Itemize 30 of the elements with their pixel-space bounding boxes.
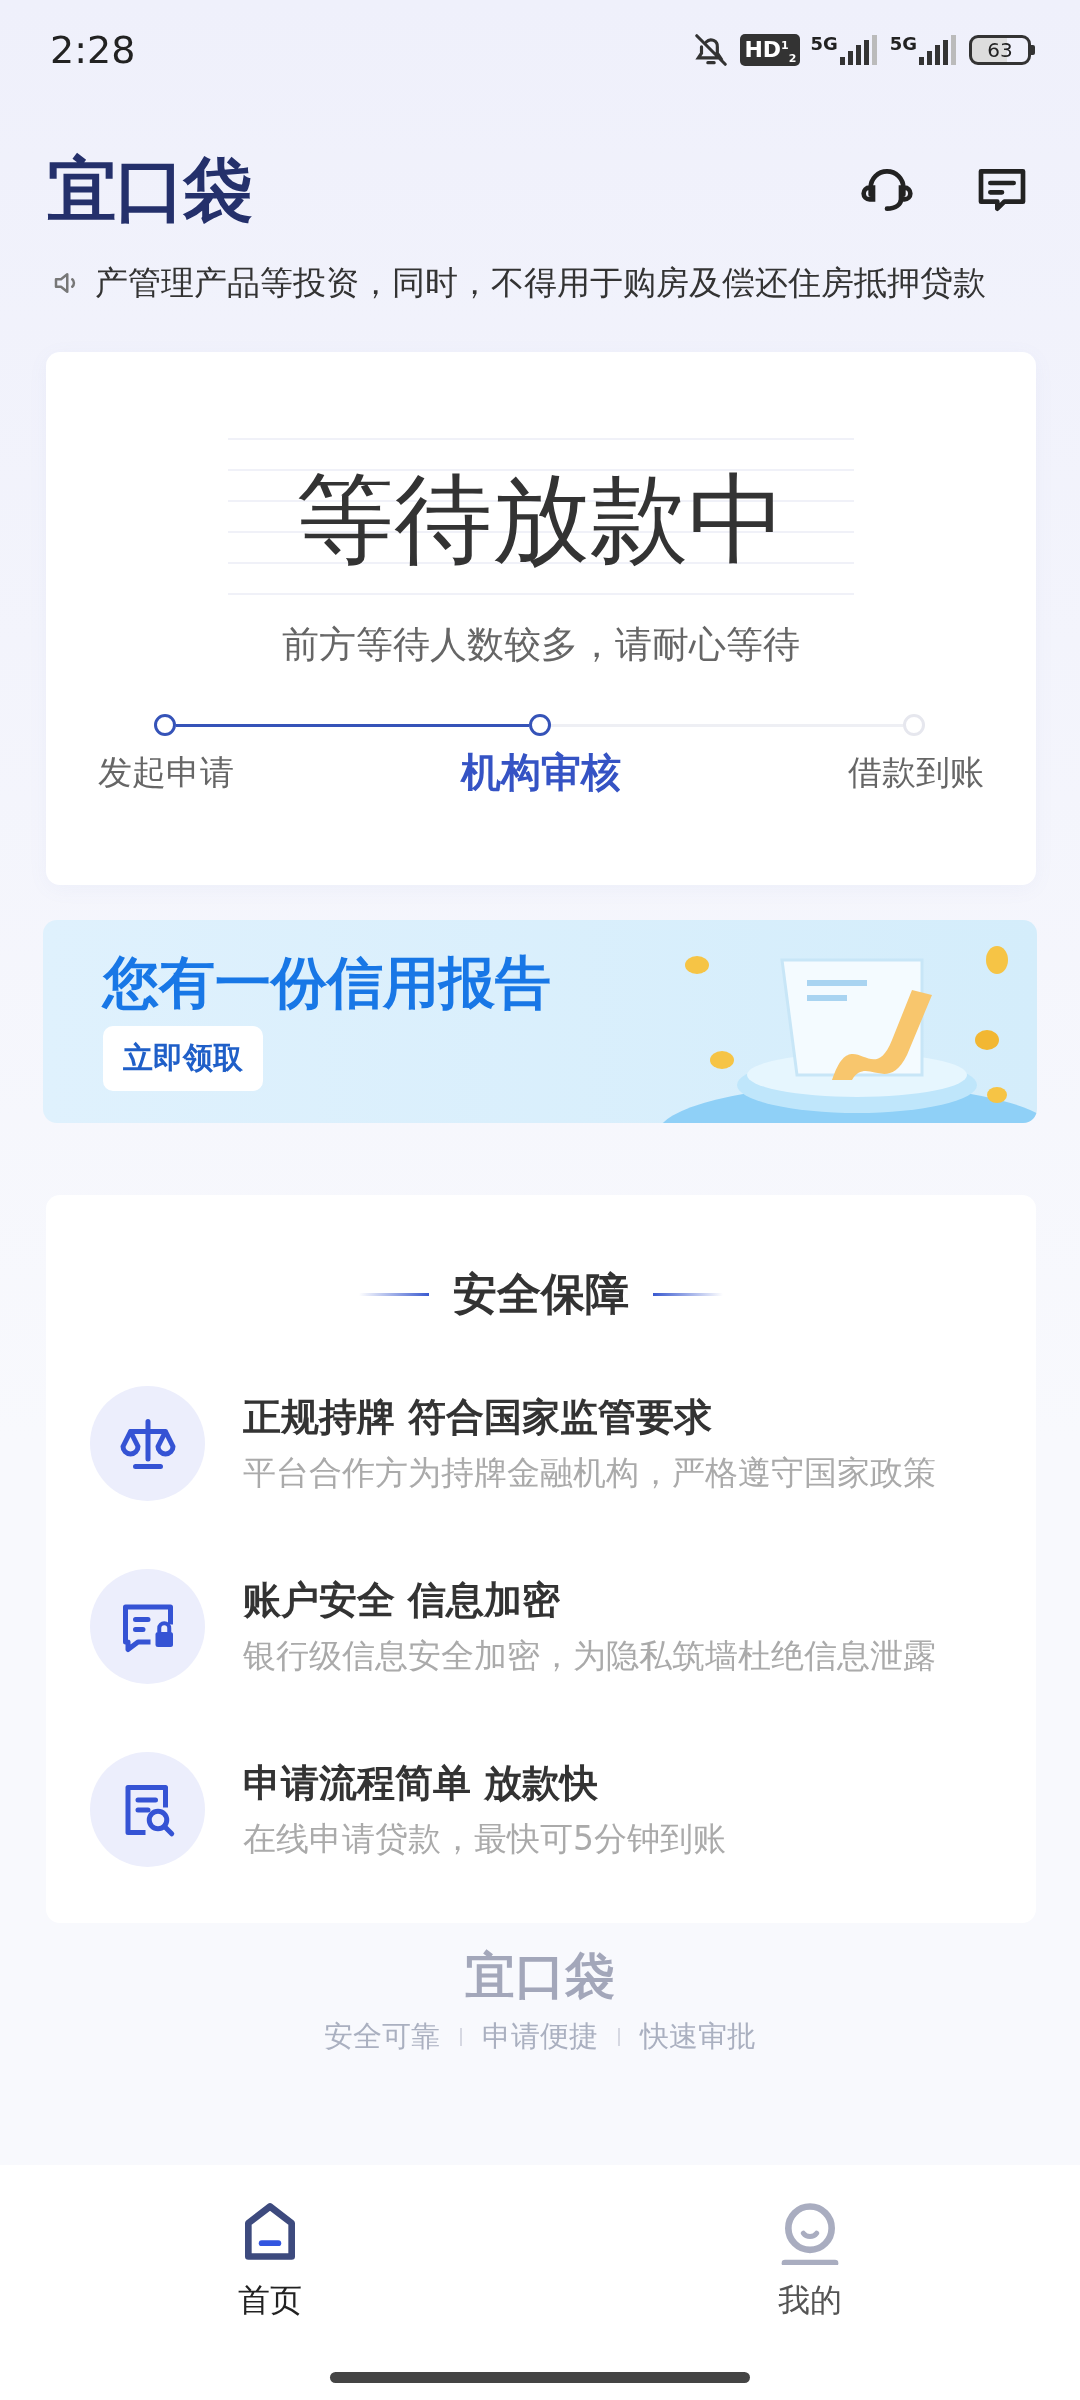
status-subtitle: 前方等待人数较多，请耐心等待 (281, 622, 801, 668)
feature-title: 账户安全 信息加密 (243, 1576, 562, 1624)
step-label: 借款到账 (847, 751, 985, 794)
network-label: 5G (810, 35, 838, 53)
status-title: 等待放款中 (296, 470, 786, 568)
feature-description: 银行级信息安全加密，为隐私筑墙杜绝信息泄露 (243, 1634, 936, 1677)
feature-title: 申请流程简单 放款快 (243, 1759, 600, 1807)
nav-tab[interactable]: 首页 (170, 2203, 370, 2323)
footer-tagline: 快速审批 (640, 2018, 756, 2055)
banner-title: 您有一份信用报告 (103, 952, 551, 1014)
status-time: 2:28 (50, 28, 137, 72)
app-logo: 宜口袋 (47, 155, 253, 225)
feature-description: 在线申请贷款，最快可5分钟到账 (243, 1817, 726, 1860)
credit-report-banner[interactable]: 您有一份信用报告 立即领取 (43, 920, 1037, 1123)
step-label: 发起申请 (97, 751, 235, 794)
person-icon (780, 2203, 840, 2265)
nav-tab[interactable]: 我的 (710, 2203, 910, 2323)
footer-tagline: 安全可靠 (324, 2018, 440, 2055)
step-label: 机构审核 (461, 748, 621, 797)
network-label: 5G (889, 35, 917, 53)
signal-icon (839, 35, 880, 65)
footer-tagline: 申请便捷 (482, 2018, 598, 2055)
battery-level: 63 (969, 35, 1031, 65)
notice-text: 产管理产品等投资，同时，不得用于购房及偿还住房抵押贷款 (95, 261, 986, 304)
footer-logo: 宜口袋 (465, 1951, 615, 2001)
signal-icon (919, 35, 959, 65)
claim-button[interactable]: 立即领取 (103, 1025, 263, 1091)
feature-title: 正规持牌 符合国家监管要求 (243, 1393, 714, 1441)
section-title: 安全保障 (453, 1267, 629, 1321)
feature-description: 平台合作方为持牌金融机构，严格遵守国家政策 (243, 1451, 936, 1494)
